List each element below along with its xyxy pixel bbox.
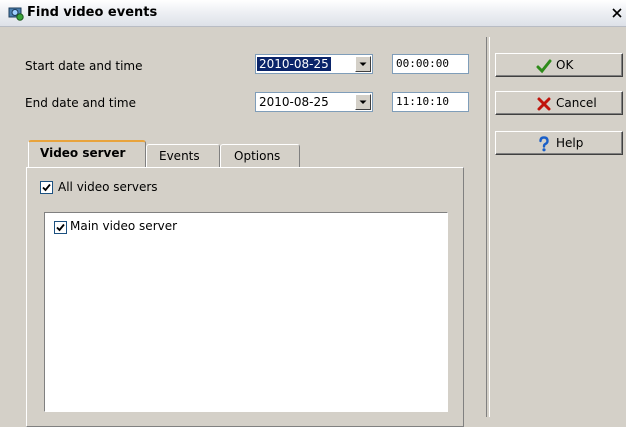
- app-icon: [8, 7, 24, 21]
- x-icon: [537, 97, 551, 111]
- help-label: Help: [556, 136, 584, 150]
- tab-options-label: Options: [234, 149, 281, 163]
- server-list[interactable]: Main video server: [44, 212, 448, 412]
- chevron-down-icon[interactable]: [355, 56, 371, 72]
- help-button[interactable]: Help: [495, 131, 623, 155]
- main-server-checkbox[interactable]: [54, 221, 67, 234]
- cancel-button[interactable]: Cancel: [495, 91, 623, 115]
- all-servers-label[interactable]: All video servers: [58, 180, 158, 194]
- start-time-value: 00:00:00: [396, 57, 449, 70]
- checkmark-icon: [536, 59, 552, 74]
- end-date-value: 2010-08-25: [259, 95, 329, 109]
- start-date-label: Start date and time: [25, 59, 143, 73]
- list-item[interactable]: Main video server: [70, 219, 177, 233]
- all-servers-checkbox[interactable]: [40, 181, 53, 194]
- start-date-value: 2010-08-25: [257, 57, 331, 71]
- chevron-down-icon[interactable]: [355, 94, 371, 110]
- title-bar[interactable]: Find video events: [0, 0, 626, 27]
- tab-video-server[interactable]: Video server: [28, 140, 146, 167]
- divider: [486, 37, 490, 417]
- check-icon: [56, 223, 65, 232]
- ok-button[interactable]: OK: [495, 53, 623, 77]
- start-date-picker[interactable]: 2010-08-25: [255, 54, 373, 74]
- question-icon: [539, 136, 549, 152]
- start-time-field[interactable]: 00:00:00: [392, 54, 469, 74]
- tab-options[interactable]: Options: [220, 144, 300, 167]
- end-date-picker[interactable]: 2010-08-25: [255, 92, 373, 112]
- cancel-label: Cancel: [556, 96, 597, 110]
- close-icon[interactable]: [609, 5, 625, 21]
- tab-events[interactable]: Events: [146, 144, 220, 167]
- tab-events-label: Events: [159, 149, 200, 163]
- end-time-field[interactable]: 11:10:10: [392, 92, 469, 112]
- tab-video-server-label: Video server: [40, 146, 126, 160]
- check-icon: [42, 183, 51, 192]
- window-title: Find video events: [27, 5, 158, 20]
- end-date-label: End date and time: [25, 96, 136, 110]
- end-time-value: 11:10:10: [396, 95, 449, 108]
- ok-label: OK: [556, 58, 574, 72]
- dialog-body: Start date and time 2010-08-25 00:00:00 …: [0, 27, 626, 427]
